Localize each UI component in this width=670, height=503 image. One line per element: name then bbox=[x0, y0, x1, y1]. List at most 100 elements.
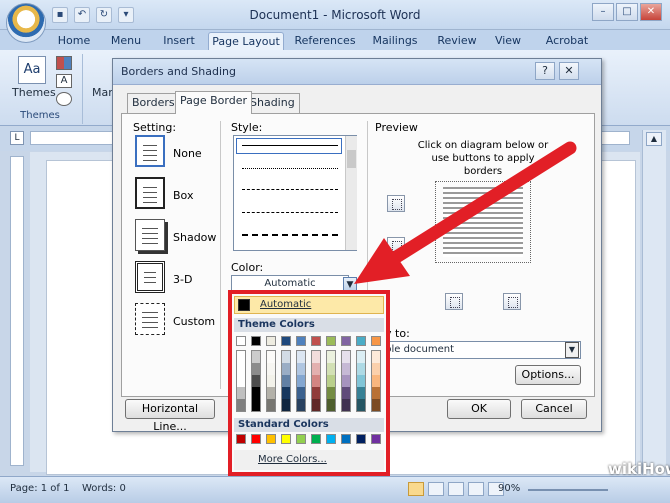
scroll-up-icon[interactable]: ▲ bbox=[646, 132, 662, 146]
theme-shade-column[interactable] bbox=[356, 350, 366, 412]
top-border-icon[interactable] bbox=[387, 195, 405, 212]
ok-button[interactable]: OK bbox=[447, 399, 511, 419]
theme-color-swatch[interactable] bbox=[356, 336, 366, 346]
standard-color-swatch[interactable] bbox=[296, 434, 306, 444]
print-layout-icon[interactable] bbox=[408, 482, 424, 496]
standard-color-swatch[interactable] bbox=[341, 434, 351, 444]
maximize-button[interactable]: □ bbox=[616, 3, 638, 21]
close-button[interactable]: ✕ bbox=[640, 3, 662, 21]
setting-label: Setting: bbox=[133, 121, 177, 134]
theme-color-swatch[interactable] bbox=[341, 336, 351, 346]
theme-color-swatch[interactable] bbox=[296, 336, 306, 346]
standard-color-swatch[interactable] bbox=[236, 434, 246, 444]
tab-shading[interactable]: Shading bbox=[245, 93, 300, 113]
tab-references[interactable]: References bbox=[292, 32, 358, 50]
theme-shade-column[interactable] bbox=[251, 350, 261, 412]
theme-color-swatch[interactable] bbox=[281, 336, 291, 346]
setting-custom-icon[interactable] bbox=[135, 303, 165, 335]
tab-borders[interactable]: Borders bbox=[127, 93, 180, 113]
left-border-icon[interactable] bbox=[445, 293, 463, 310]
web-layout-icon[interactable] bbox=[448, 482, 464, 496]
standard-color-swatch[interactable] bbox=[251, 434, 261, 444]
standard-color-swatch[interactable] bbox=[311, 434, 321, 444]
style-dashed-line[interactable] bbox=[242, 189, 338, 190]
more-colors-label[interactable]: More Colors... bbox=[258, 454, 327, 465]
tab-page-border[interactable]: Page Border bbox=[175, 91, 253, 114]
theme-shade-column[interactable] bbox=[311, 350, 321, 412]
tab-review[interactable]: Review bbox=[432, 32, 482, 50]
theme-color-swatch[interactable] bbox=[266, 336, 276, 346]
theme-effects-icon[interactable] bbox=[56, 92, 72, 106]
outline-icon[interactable] bbox=[468, 482, 484, 496]
theme-color-swatch[interactable] bbox=[326, 336, 336, 346]
theme-shade-column[interactable] bbox=[341, 350, 351, 412]
style-long-dash-line[interactable] bbox=[242, 212, 338, 213]
tab-insert[interactable]: Insert bbox=[156, 32, 202, 50]
standard-color-swatch[interactable] bbox=[281, 434, 291, 444]
style-dotted-line[interactable] bbox=[242, 168, 338, 169]
dialog-close-button[interactable]: ✕ bbox=[559, 62, 579, 80]
setting-none-icon[interactable] bbox=[135, 135, 165, 167]
tab-acrobat[interactable]: Acrobat bbox=[538, 32, 596, 50]
page-count[interactable]: Page: 1 of 1 bbox=[10, 483, 69, 494]
options-button[interactable]: Options... bbox=[515, 365, 581, 385]
setting-3d-icon[interactable] bbox=[135, 261, 165, 293]
apply-to-select[interactable]: hole document bbox=[375, 341, 581, 359]
tab-view[interactable]: View bbox=[488, 32, 528, 50]
standard-color-swatch[interactable] bbox=[371, 434, 381, 444]
bottom-border-icon[interactable] bbox=[387, 237, 405, 254]
themes-icon[interactable]: Aa bbox=[18, 56, 46, 84]
style-scroll-thumb[interactable] bbox=[347, 150, 356, 168]
setting-shadow-label[interactable]: Shadow bbox=[173, 231, 216, 244]
word-count[interactable]: Words: 0 bbox=[82, 483, 126, 494]
zoom-level[interactable]: 90% bbox=[498, 483, 520, 494]
help-button[interactable]: ? bbox=[535, 62, 555, 80]
style-solid-line[interactable] bbox=[242, 145, 338, 146]
setting-shadow-icon[interactable] bbox=[135, 219, 165, 251]
tab-page-layout[interactable]: Page Layout bbox=[208, 32, 284, 50]
horizontal-line-button[interactable]: Horizontal Line... bbox=[125, 399, 215, 433]
office-button[interactable] bbox=[6, 3, 46, 43]
theme-shade-column[interactable] bbox=[236, 350, 246, 412]
cancel-button[interactable]: Cancel bbox=[521, 399, 587, 419]
standard-color-swatch[interactable] bbox=[326, 434, 336, 444]
theme-shade-column[interactable] bbox=[371, 350, 381, 412]
tab-mailings[interactable]: Mailings bbox=[366, 32, 424, 50]
automatic-label[interactable]: Automatic bbox=[260, 299, 311, 310]
minimize-button[interactable]: – bbox=[592, 3, 614, 21]
themes-button[interactable]: Themes bbox=[12, 86, 56, 99]
zoom-slider[interactable] bbox=[528, 489, 608, 491]
theme-color-swatch[interactable] bbox=[311, 336, 321, 346]
theme-color-grid[interactable] bbox=[232, 334, 386, 416]
theme-color-swatch[interactable] bbox=[236, 336, 246, 346]
theme-colors-icon[interactable] bbox=[56, 56, 72, 70]
standard-color-swatch[interactable] bbox=[356, 434, 366, 444]
setting-custom-label[interactable]: Custom bbox=[173, 315, 215, 328]
setting-box-label[interactable]: Box bbox=[173, 189, 193, 202]
tab-home[interactable]: Home bbox=[52, 32, 96, 50]
style-dash-dot-line[interactable] bbox=[242, 234, 338, 236]
tab-selector-icon[interactable]: L bbox=[10, 131, 24, 145]
style-scrollbar[interactable] bbox=[345, 136, 357, 250]
vertical-scrollbar[interactable]: ▲ bbox=[642, 130, 666, 475]
right-border-icon[interactable] bbox=[503, 293, 521, 310]
setting-box-icon[interactable] bbox=[135, 177, 165, 209]
apply-to-arrow-icon[interactable]: ▼ bbox=[565, 342, 579, 358]
theme-color-swatch[interactable] bbox=[371, 336, 381, 346]
theme-shade-column[interactable] bbox=[281, 350, 291, 412]
standard-color-swatch[interactable] bbox=[266, 434, 276, 444]
theme-fonts-icon[interactable]: A bbox=[56, 74, 72, 88]
theme-shade-column[interactable] bbox=[296, 350, 306, 412]
style-selected[interactable] bbox=[236, 138, 342, 154]
theme-shade-column[interactable] bbox=[326, 350, 336, 412]
standard-color-grid[interactable] bbox=[232, 434, 386, 446]
tab-menu[interactable]: Menu bbox=[104, 32, 148, 50]
vertical-ruler[interactable] bbox=[10, 156, 24, 466]
theme-colors-heading: Theme Colors bbox=[234, 318, 384, 332]
theme-shade-column[interactable] bbox=[266, 350, 276, 412]
theme-color-swatch[interactable] bbox=[251, 336, 261, 346]
style-list[interactable] bbox=[233, 135, 357, 251]
full-screen-icon[interactable] bbox=[428, 482, 444, 496]
setting-3d-label[interactable]: 3-D bbox=[173, 273, 192, 286]
setting-none-label[interactable]: None bbox=[173, 147, 202, 160]
